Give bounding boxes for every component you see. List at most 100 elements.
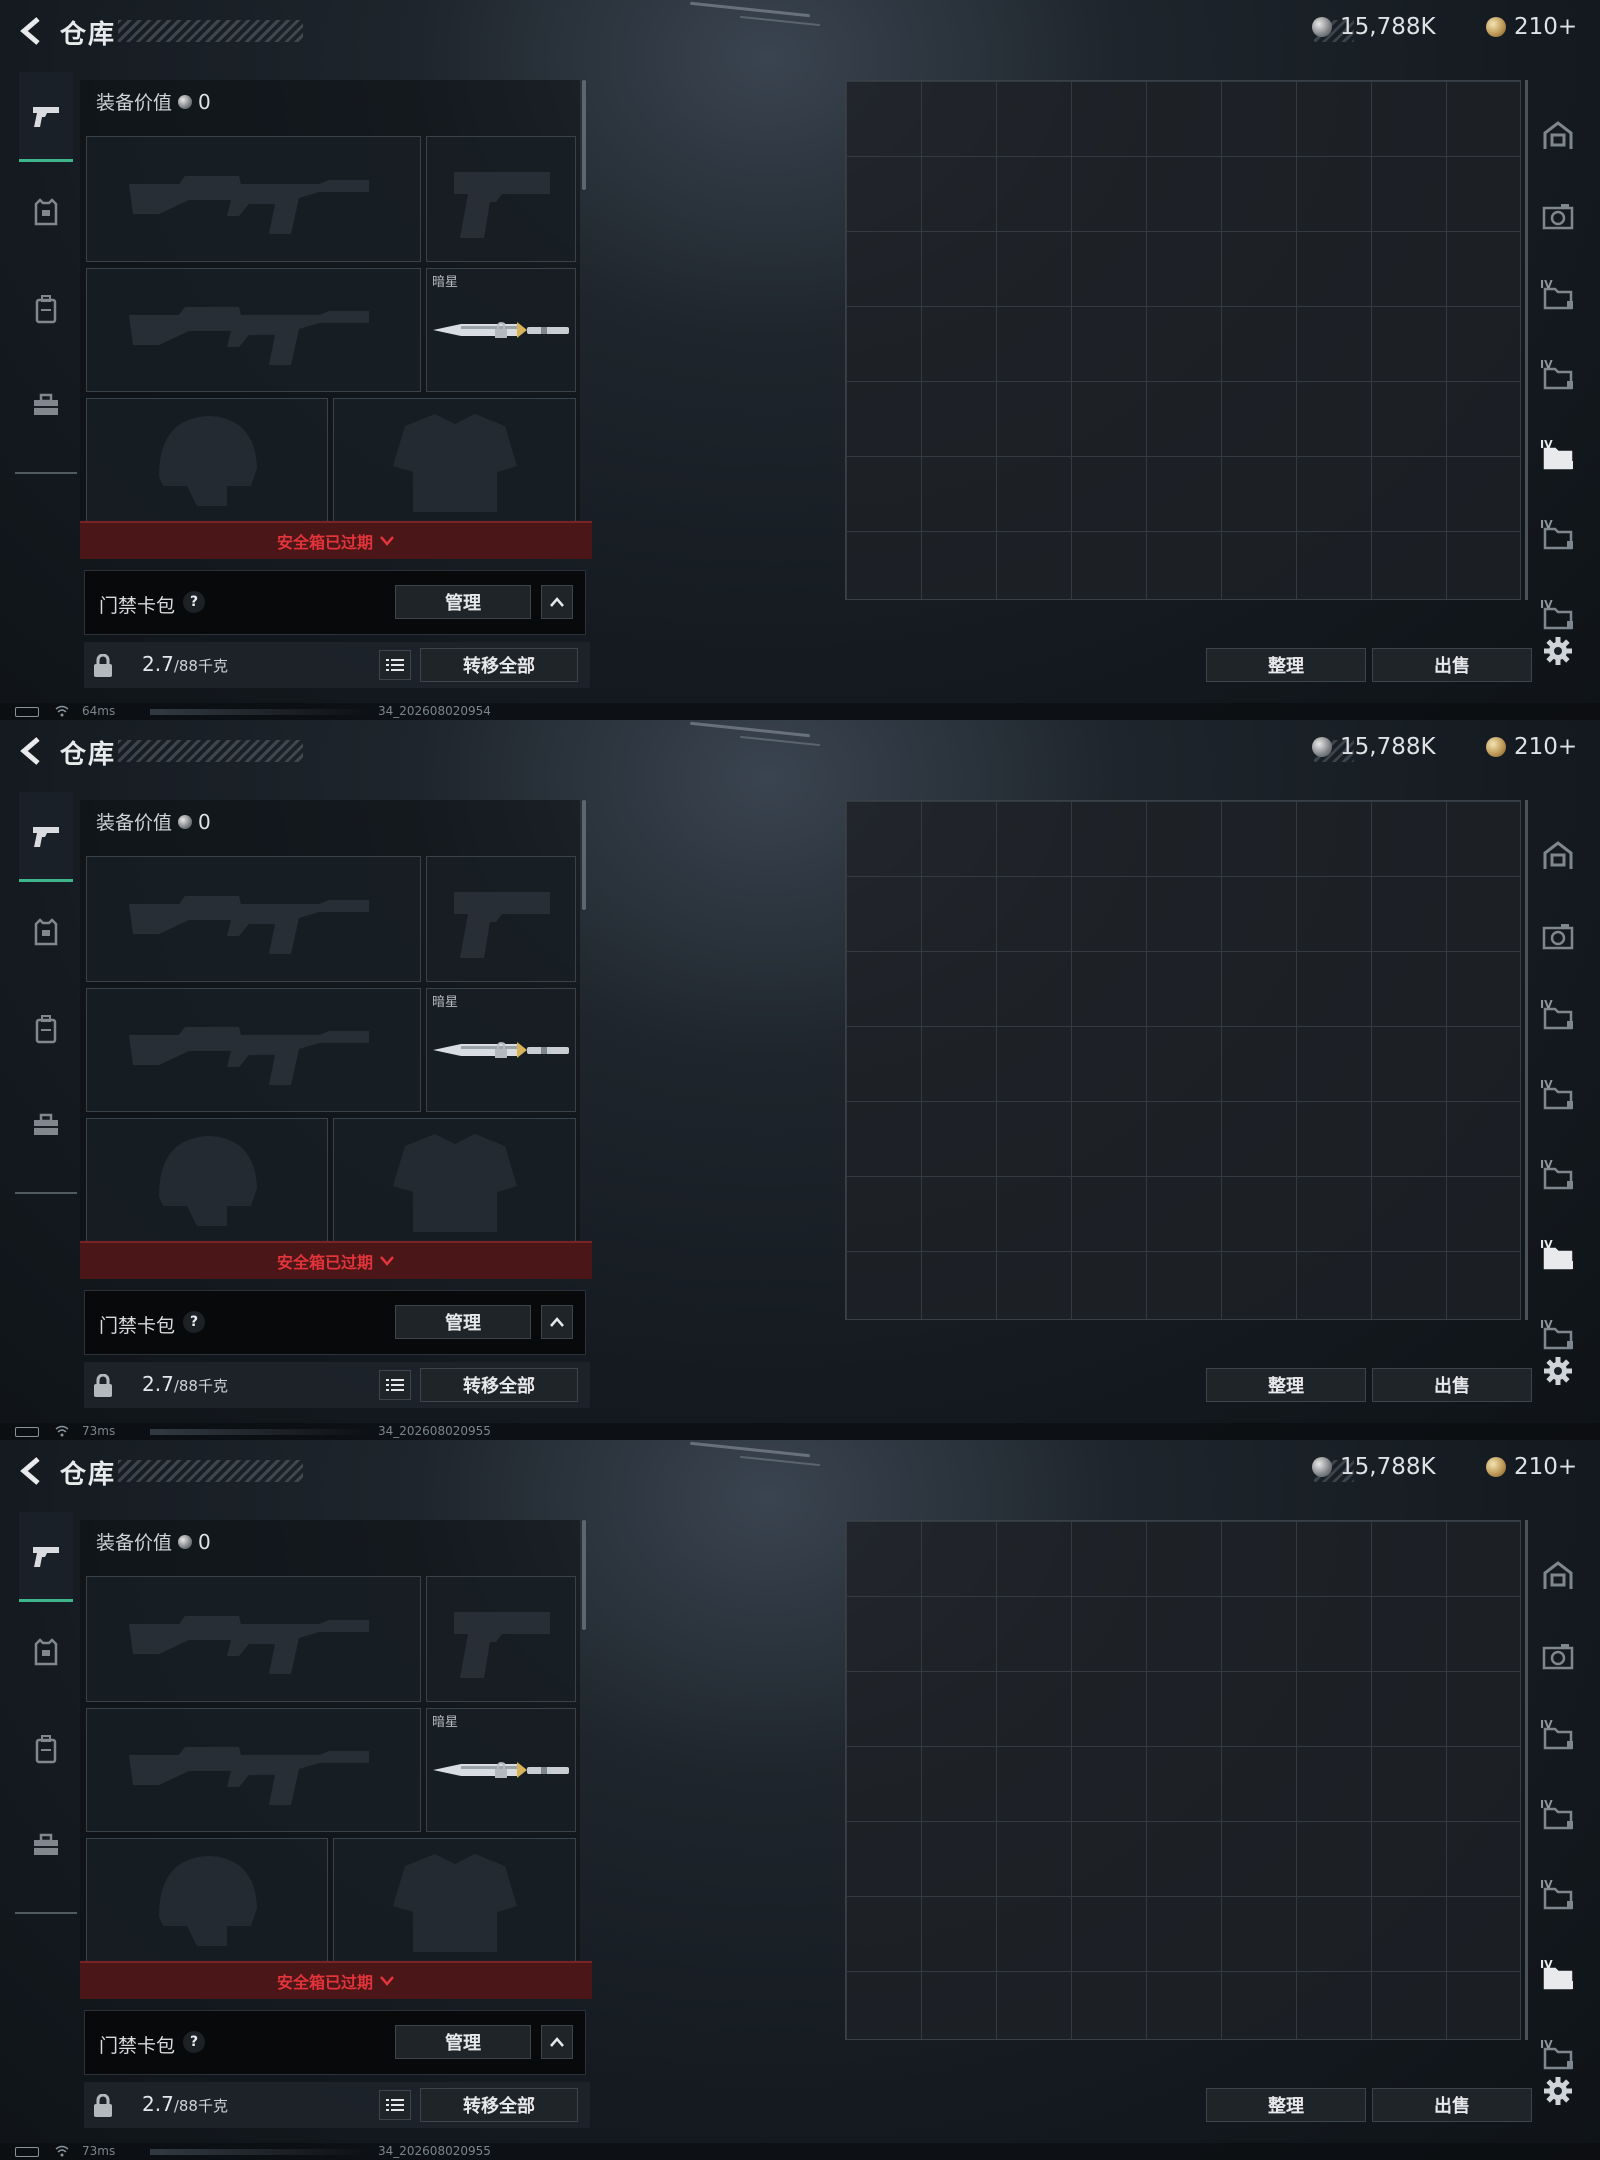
stash-tab-6[interactable]: IV (1534, 1936, 1582, 2016)
helmet-slot[interactable] (86, 1838, 328, 1962)
equipment-scrollbar[interactable] (582, 80, 586, 190)
sidearm-slot[interactable] (426, 856, 576, 982)
gold-currency[interactable]: 210+ (1486, 734, 1577, 760)
stash-tab-1[interactable] (1534, 816, 1582, 896)
sort-button[interactable]: 整理 (1206, 2088, 1366, 2122)
stash-scrollbar[interactable] (1525, 80, 1528, 600)
stash-tab-5[interactable]: IV (1534, 416, 1582, 496)
helmet-slot[interactable] (86, 1118, 328, 1242)
category-toolbox[interactable] (19, 1800, 73, 1890)
sort-button[interactable]: 整理 (1206, 1368, 1366, 1402)
back-button[interactable] (14, 734, 48, 768)
stash-tab-3[interactable]: IV (1534, 256, 1582, 336)
stash-grid[interactable] (845, 800, 1521, 1320)
stash-grid[interactable] (845, 1520, 1521, 2040)
category-armor[interactable] (19, 168, 73, 258)
stash-grid[interactable] (845, 80, 1521, 600)
primary-weapon-slot[interactable] (86, 136, 421, 262)
secondary-weapon-slot[interactable] (86, 268, 421, 392)
category-weapons[interactable] (19, 1512, 73, 1602)
stash-scrollbar[interactable] (1525, 800, 1528, 1320)
stash-tab-tier: IV (1540, 1078, 1553, 1091)
melee-slot[interactable]: 暗星 (426, 988, 576, 1112)
gear-icon[interactable] (1543, 2076, 1573, 2106)
category-backpack[interactable] (19, 1704, 73, 1794)
sell-button[interactable]: 出售 (1372, 648, 1532, 682)
helmet-slot[interactable] (86, 398, 328, 522)
transfer-all-button[interactable]: 转移全部 (420, 1368, 578, 1402)
body-armor-slot[interactable] (333, 1118, 576, 1242)
sidearm-slot[interactable] (426, 1576, 576, 1702)
stash-tab-2[interactable] (1534, 1616, 1582, 1696)
manage-button[interactable]: 管理 (395, 1305, 531, 1339)
stash-tab-5[interactable]: IV (1534, 1136, 1582, 1216)
stash-page-tabs: IV IV IV IV IV (1534, 816, 1584, 1376)
primary-weapon-slot[interactable] (86, 856, 421, 982)
melee-slot[interactable]: 暗星 (426, 268, 576, 392)
secondary-weapon-slot[interactable] (86, 1708, 421, 1832)
gold-currency[interactable]: 210+ (1486, 14, 1577, 40)
manage-button[interactable]: 管理 (395, 585, 531, 619)
equipment-scrollbar[interactable] (582, 800, 586, 910)
transfer-all-button[interactable]: 转移全部 (420, 648, 578, 682)
stash-tab-1[interactable] (1534, 1536, 1582, 1616)
stash-tab-4[interactable]: IV (1534, 1776, 1582, 1856)
list-view-button[interactable] (379, 650, 411, 680)
silver-currency[interactable]: 15,788K (1312, 14, 1436, 40)
ping-readout: 73ms (82, 1424, 116, 1438)
equipment-scrollbar[interactable] (582, 1520, 586, 1630)
list-view-button[interactable] (379, 1370, 411, 1400)
collapse-button[interactable] (541, 585, 573, 619)
sell-button[interactable]: 出售 (1372, 1368, 1532, 1402)
collapse-button[interactable] (541, 1305, 573, 1339)
stash-tab-2[interactable] (1534, 176, 1582, 256)
silver-currency[interactable]: 15,788K (1312, 734, 1436, 760)
silver-currency[interactable]: 15,788K (1312, 1454, 1436, 1480)
stash-camera-icon (1542, 924, 1574, 950)
stash-tab-tier: IV (1540, 1798, 1553, 1811)
secondary-weapon-slot[interactable] (86, 988, 421, 1112)
safebox-expired-bar[interactable]: 安全箱已过期 (80, 521, 592, 559)
gear-icon[interactable] (1543, 636, 1573, 666)
body-armor-slot[interactable] (333, 398, 576, 522)
safebox-expired-bar[interactable]: 安全箱已过期 (80, 1241, 592, 1279)
stash-tab-3[interactable]: IV (1534, 976, 1582, 1056)
transfer-all-button[interactable]: 转移全部 (420, 2088, 578, 2122)
category-armor[interactable] (19, 1608, 73, 1698)
chevron-up-icon (550, 2037, 564, 2047)
gold-currency[interactable]: 210+ (1486, 1454, 1577, 1480)
category-armor[interactable] (19, 888, 73, 978)
category-weapons[interactable] (19, 72, 73, 162)
help-icon[interactable]: ? (183, 1311, 205, 1333)
stash-tab-2[interactable] (1534, 896, 1582, 976)
stash-tab-6[interactable]: IV (1534, 496, 1582, 576)
collapse-button[interactable] (541, 2025, 573, 2059)
back-button[interactable] (14, 14, 48, 48)
stash-tab-5[interactable]: IV (1534, 1856, 1582, 1936)
category-weapons[interactable] (19, 792, 73, 882)
category-backpack[interactable] (19, 264, 73, 354)
stash-tab-4[interactable]: IV (1534, 336, 1582, 416)
category-toolbox[interactable] (19, 1080, 73, 1170)
gear-icon[interactable] (1543, 1356, 1573, 1386)
category-toolbox[interactable] (19, 360, 73, 450)
sell-button[interactable]: 出售 (1372, 2088, 1532, 2122)
category-backpack[interactable] (19, 984, 73, 1074)
primary-weapon-slot[interactable] (86, 1576, 421, 1702)
stash-tab-4[interactable]: IV (1534, 1056, 1582, 1136)
melee-slot[interactable]: 暗星 (426, 1708, 576, 1832)
sort-button[interactable]: 整理 (1206, 648, 1366, 682)
stash-scrollbar[interactable] (1525, 1520, 1528, 2040)
sidearm-slot[interactable] (426, 136, 576, 262)
stash-tab-3[interactable]: IV (1534, 1696, 1582, 1776)
stash-tab-1[interactable] (1534, 96, 1582, 176)
list-view-button[interactable] (379, 2090, 411, 2120)
manage-button[interactable]: 管理 (395, 2025, 531, 2059)
pistol-icon (33, 1546, 59, 1567)
safebox-expired-bar[interactable]: 安全箱已过期 (80, 1961, 592, 1999)
stash-tab-6[interactable]: IV (1534, 1216, 1582, 1296)
help-icon[interactable]: ? (183, 591, 205, 613)
back-button[interactable] (14, 1454, 48, 1488)
help-icon[interactable]: ? (183, 2031, 205, 2053)
body-armor-slot[interactable] (333, 1838, 576, 1962)
